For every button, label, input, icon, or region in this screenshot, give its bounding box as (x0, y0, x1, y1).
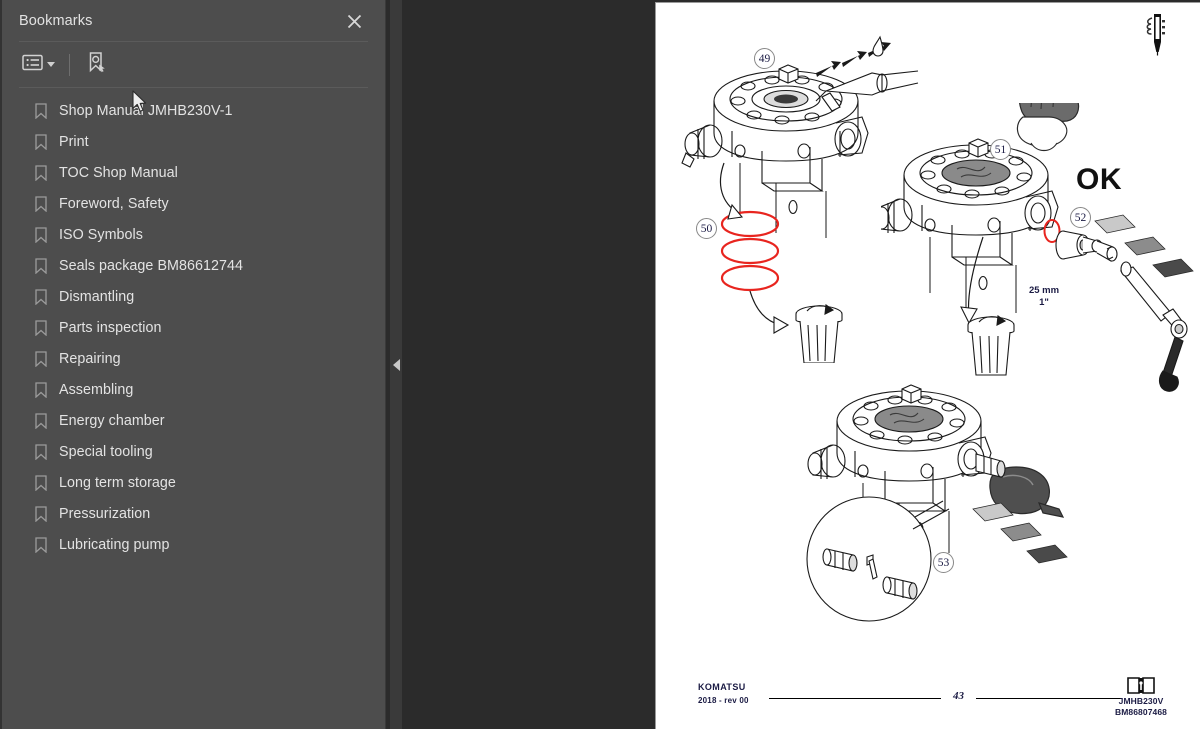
list-options-button[interactable] (19, 51, 58, 79)
bookmark-label: Long term storage (59, 474, 176, 491)
footer-model: JMHB230V (1118, 696, 1164, 706)
page-footer: KOMATSU 2018 - rev 00 43 JMHB230V BM8680… (656, 673, 1200, 719)
bookmark-icon (33, 474, 49, 492)
step-badge-50: 50 (696, 218, 717, 239)
bookmark-label: Repairing (59, 350, 121, 367)
bookmark-item-13[interactable]: Pressurization (2, 498, 385, 529)
step-badge-49: 49 (754, 48, 775, 69)
size-note-line2: 1" (1039, 296, 1049, 308)
bookmark-icon (33, 102, 49, 120)
bookmark-item-14[interactable]: Lubricating pump (2, 529, 385, 560)
bookmark-icon (33, 226, 49, 244)
bookmark-label: ISO Symbols (59, 226, 143, 243)
bookmark-label: TOC Shop Manual (59, 164, 178, 181)
ok-label: OK (1076, 163, 1122, 196)
size-note-line1: 25 mm (1028, 285, 1060, 296)
bookmark-icon (33, 381, 49, 399)
page-number: 43 (953, 690, 964, 702)
bookmark-item-9[interactable]: Assembling (2, 374, 385, 405)
document-page: 49 50 51 52 OK 25 mm 1" 53 KOMATSU 2018 … (655, 2, 1200, 729)
bookmarks-sidebar: Bookmarks Shop Manual JMHB230V-1 Print T… (0, 0, 386, 729)
step-badge-53: 53 (933, 552, 954, 573)
bookmark-icon (33, 257, 49, 275)
bookmark-item-5[interactable]: Seals package BM86612744 (2, 250, 385, 281)
step-badge-51: 51 (990, 139, 1011, 160)
bookmark-icon (33, 164, 49, 182)
footer-brand: KOMATSU (698, 682, 746, 692)
footer-doc-number: BM86807468 (1114, 707, 1168, 718)
figure-step-51-52 (881, 103, 1194, 392)
footer-rule-left (769, 698, 941, 699)
bookmark-label: Print (59, 133, 89, 150)
bookmark-label: Energy chamber (59, 412, 165, 429)
list-options-icon (22, 54, 43, 76)
bookmark-item-3[interactable]: Foreword, Safety (2, 188, 385, 219)
sidebar-title: Bookmarks (19, 12, 93, 29)
figure-step-53 (806, 384, 1068, 622)
bookmark-label: Dismantling (59, 288, 135, 305)
bookmark-item-6[interactable]: Dismantling (2, 281, 385, 312)
bookmark-label: Shop Manual JMHB230V-1 (59, 102, 233, 119)
bookmark-label: Foreword, Safety (59, 195, 169, 212)
bookmark-icon (33, 412, 49, 430)
bookmark-item-0[interactable]: Shop Manual JMHB230V-1 (2, 95, 385, 126)
bookmark-item-10[interactable]: Energy chamber (2, 405, 385, 436)
bookmark-icon (33, 443, 49, 461)
bookmark-item-1[interactable]: Print (2, 126, 385, 157)
bookmarks-list: Shop Manual JMHB230V-1 Print TOC Shop Ma… (2, 88, 385, 729)
bookmark-icon (33, 536, 49, 554)
bookmark-label: Seals package BM86612744 (59, 257, 244, 274)
find-bookmark-icon (86, 51, 108, 78)
collapse-left-icon (392, 358, 400, 371)
socket-size-note: 25 mm 1" (1016, 285, 1072, 309)
document-viewer: 49 50 51 52 OK 25 mm 1" 53 KOMATSU 2018 … (386, 0, 1200, 729)
bookmark-icon (33, 133, 49, 151)
bookmark-icon (33, 288, 49, 306)
bookmark-icon (33, 195, 49, 213)
sidebar-collapse-handle[interactable] (390, 0, 402, 729)
hammer-tool-icon (1136, 11, 1170, 57)
bookmark-label: Parts inspection (59, 319, 162, 336)
bookmark-item-8[interactable]: Repairing (2, 343, 385, 374)
bookmark-item-12[interactable]: Long term storage (2, 467, 385, 498)
pdf-reader-window: Bookmarks Shop Manual JMHB230V-1 Print T… (0, 0, 1200, 729)
bookmark-item-7[interactable]: Parts inspection (2, 312, 385, 343)
bookmark-item-4[interactable]: ISO Symbols (2, 219, 385, 250)
bookmark-icon (33, 319, 49, 337)
sidebar-toolbar (2, 42, 385, 112)
bookmark-item-2[interactable]: TOC Shop Manual (2, 157, 385, 188)
sidebar-header: Bookmarks (2, 0, 385, 41)
toolbar-divider (69, 53, 70, 76)
bookmark-label: Pressurization (59, 505, 151, 522)
bookmark-icon (33, 505, 49, 523)
open-book-icon (1126, 675, 1156, 695)
bookmark-label: Assembling (59, 381, 134, 398)
bookmark-label: Lubricating pump (59, 536, 170, 553)
bookmark-item-11[interactable]: Special tooling (2, 436, 385, 467)
find-bookmark-button[interactable] (83, 51, 111, 79)
footer-revision: 2018 - rev 00 (698, 695, 749, 705)
footer-brand-block: KOMATSU 2018 - rev 00 (698, 681, 749, 707)
chevron-down-icon (47, 62, 55, 67)
footer-doc-block: JMHB230V BM86807468 (1095, 675, 1187, 719)
bookmark-label: Special tooling (59, 443, 153, 460)
close-icon[interactable] (342, 9, 366, 33)
step-badge-52: 52 (1070, 207, 1091, 228)
bookmark-icon (33, 350, 49, 368)
